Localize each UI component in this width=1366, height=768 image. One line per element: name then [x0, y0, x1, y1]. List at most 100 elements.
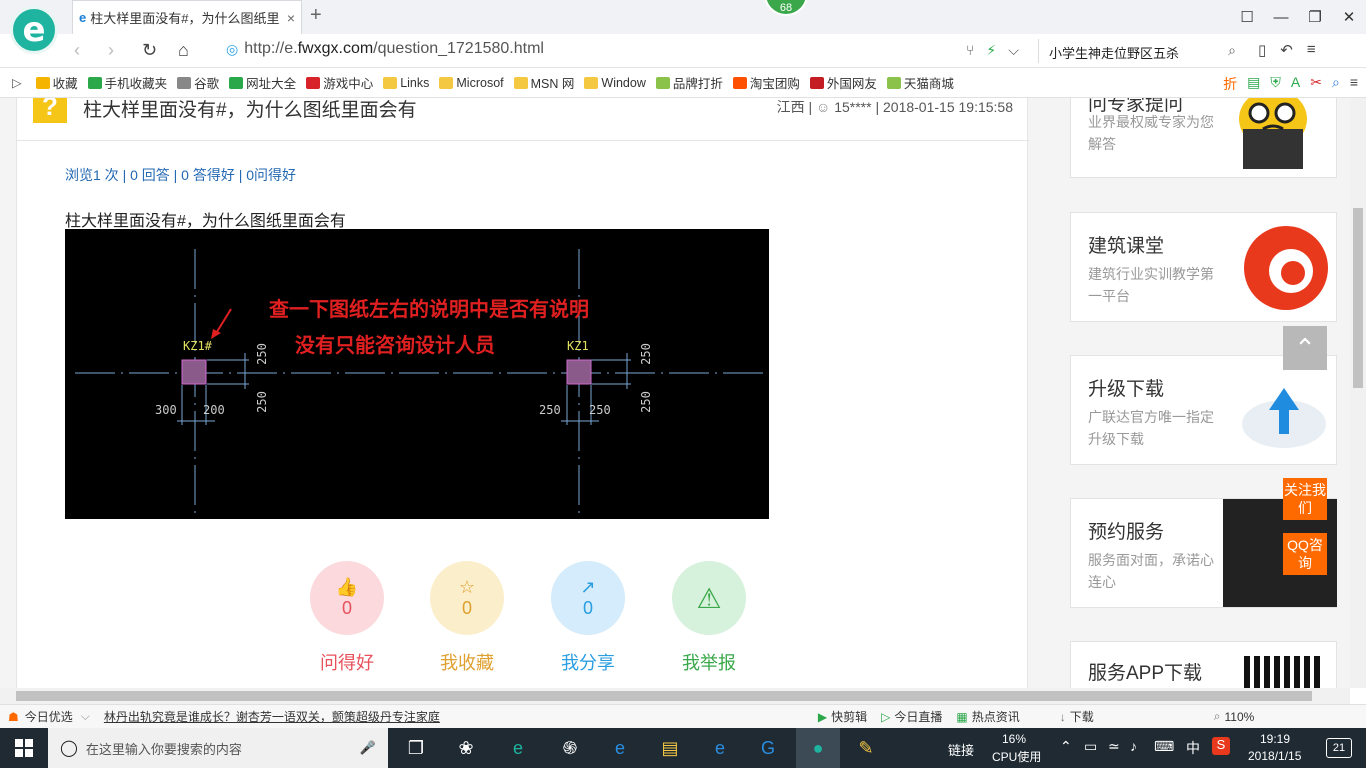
- discount-icon[interactable]: 折: [1223, 74, 1237, 94]
- search-input[interactable]: 小学生神走位野区五杀 ⌕: [1038, 39, 1244, 63]
- favorite-action-button[interactable]: ☆ 0: [430, 561, 504, 635]
- notes-app-icon[interactable]: ✎: [852, 734, 880, 762]
- horizontal-scroll-thumb[interactable]: [16, 691, 1312, 701]
- active-browser-icon[interactable]: ●: [796, 728, 840, 768]
- bookmark-item[interactable]: 谷歌: [177, 73, 219, 92]
- volume-icon[interactable]: ♪: [1130, 738, 1137, 754]
- share-action[interactable]: ↗ 0 我分享: [528, 561, 648, 675]
- magnifier-icon[interactable]: ⌕: [1332, 74, 1340, 94]
- report-action-button[interactable]: ⚠: [672, 561, 746, 635]
- card-ask-expert[interactable]: 问专家提问 业界最权威专家为您解答: [1070, 98, 1337, 178]
- meta-user[interactable]: 15****: [834, 99, 871, 115]
- g-app-icon[interactable]: G: [754, 734, 782, 762]
- cad-drawing-image[interactable]: 查一下图纸左右的说明中是否有说明 没有只能咨询设计人员 KZ1# KZ1 300…: [65, 229, 769, 519]
- card-app-download[interactable]: 服务APP下载: [1070, 641, 1337, 688]
- bookmark-item[interactable]: Links: [383, 73, 429, 92]
- today-picks[interactable]: 今日优选: [25, 708, 73, 725]
- card-building-class[interactable]: 建筑课堂 建筑行业实训教学第一平台: [1070, 212, 1337, 322]
- new-tab-button[interactable]: +: [310, 4, 322, 27]
- file-explorer-icon[interactable]: ▤: [656, 734, 684, 762]
- vertical-scroll-thumb[interactable]: [1353, 208, 1363, 388]
- translate-icon[interactable]: A: [1291, 74, 1300, 94]
- chevron-down-icon[interactable]: ⌵: [81, 709, 90, 724]
- taskbar-search-input[interactable]: ◯ 在这里输入你要搜索的内容 🎤: [48, 728, 388, 768]
- browser-tab[interactable]: e 柱大样里面没有#，为什么图纸里 ×: [72, 0, 302, 34]
- bookmark-item[interactable]: 天猫商城: [886, 73, 954, 92]
- skin-icon[interactable]: ☐: [1230, 0, 1264, 34]
- bookmark-item[interactable]: 外国网友: [809, 73, 877, 92]
- windows-start-icon[interactable]: [10, 734, 38, 762]
- microphone-icon[interactable]: 🎤: [360, 740, 376, 756]
- close-button[interactable]: ✕: [1332, 0, 1366, 34]
- user-icon: ☺: [816, 99, 831, 115]
- bookmark-item[interactable]: Window: [584, 73, 646, 92]
- status-item-quick-edit[interactable]: 快剪辑: [831, 708, 867, 725]
- report-action[interactable]: ⚠ 我举报: [649, 561, 769, 675]
- notifications-icon[interactable]: 21: [1326, 738, 1352, 758]
- home-icon[interactable]: ⌂: [178, 40, 189, 61]
- quick-edit-icon: ▶: [817, 709, 828, 724]
- restore-button[interactable]: ❐: [1298, 0, 1332, 34]
- pinwheel-icon[interactable]: ❀: [452, 734, 480, 762]
- battery-icon[interactable]: ▭: [1084, 738, 1097, 755]
- wifi-icon[interactable]: ≃: [1108, 738, 1120, 755]
- qq-consult-button[interactable]: QQ咨询: [1283, 533, 1327, 575]
- like-action[interactable]: 👍 0 问得好: [287, 561, 407, 675]
- dim-250-e: 250: [638, 343, 653, 365]
- more-icon[interactable]: ≡: [1350, 74, 1358, 94]
- favorite-action[interactable]: ☆ 0 我收藏: [407, 561, 527, 675]
- follow-us-button[interactable]: 关注我们: [1283, 478, 1327, 520]
- bookmark-item[interactable]: 手机收藏夹: [87, 73, 167, 92]
- ie-icon[interactable]: e: [706, 734, 734, 762]
- back-icon[interactable]: ‹: [74, 40, 80, 61]
- lightning-icon[interactable]: ⚡: [986, 42, 996, 59]
- share-icon[interactable]: ⑂: [966, 42, 974, 59]
- zoom-level[interactable]: 110%: [1225, 710, 1255, 724]
- browser-logo-icon[interactable]: e: [10, 6, 58, 54]
- clock-date[interactable]: 2018/1/15: [1248, 749, 1301, 763]
- fan-app-icon[interactable]: ֍: [556, 734, 584, 762]
- chevron-down-icon[interactable]: ⌵: [1008, 42, 1019, 59]
- news-ticker[interactable]: 林丹出轨究竟是谁成长？谢杏芳一语双关，颤策超级丹专注家庭: [104, 708, 440, 725]
- bookmark-item[interactable]: 网址大全: [229, 73, 296, 92]
- bookmark-item[interactable]: 游戏中心: [306, 73, 373, 92]
- dim-250-b: 250: [589, 403, 611, 417]
- forward-icon[interactable]: ›: [108, 40, 114, 61]
- task-view-icon[interactable]: ❐: [402, 734, 430, 762]
- scissors-icon[interactable]: ✂: [1310, 74, 1322, 94]
- refresh-icon[interactable]: ↻: [142, 40, 157, 61]
- bookmark-item[interactable]: 品牌打折: [655, 73, 723, 92]
- taskbar-link[interactable]: 链接: [948, 740, 974, 759]
- keyboard-icon[interactable]: ⌨: [1154, 738, 1174, 755]
- status-item-live[interactable]: 今日直播: [894, 708, 942, 725]
- tab-close-icon[interactable]: ×: [287, 10, 295, 26]
- bookmark-item[interactable]: 淘宝团购: [732, 73, 800, 92]
- sidebar-toggle-icon[interactable]: ▷: [12, 75, 22, 90]
- share-action-button[interactable]: ↗ 0: [551, 561, 625, 635]
- bookmark-item[interactable]: Microsof: [439, 73, 504, 92]
- menu-icon[interactable]: ≡: [1307, 41, 1316, 59]
- back-to-top-button[interactable]: ⌃: [1283, 326, 1327, 370]
- undo-icon[interactable]: ↶: [1280, 41, 1293, 59]
- phone-icon[interactable]: ▯: [1258, 41, 1266, 59]
- like-action-button[interactable]: 👍 0: [310, 561, 384, 635]
- minimize-button[interactable]: —: [1264, 0, 1298, 34]
- ime-indicator[interactable]: 中: [1186, 738, 1200, 758]
- status-item-download[interactable]: 下载: [1070, 708, 1094, 725]
- sogou-icon[interactable]: S: [1212, 737, 1230, 755]
- score-badge[interactable]: 68: [764, 0, 808, 16]
- search-icon[interactable]: ⌕: [1228, 42, 1236, 59]
- vertical-scrollbar[interactable]: [1350, 98, 1366, 688]
- horizontal-scrollbar[interactable]: [0, 688, 1350, 704]
- card-upgrade-download[interactable]: 升级下载 广联达官方唯一指定升级下载: [1070, 355, 1337, 465]
- edge-icon[interactable]: e: [606, 734, 634, 762]
- tray-chevron-icon[interactable]: ⌃: [1060, 738, 1072, 755]
- shield-icon[interactable]: ⛨: [1270, 74, 1281, 94]
- url-field[interactable]: ◎ http://e. fwxgx.com/question_1721580.ht…: [226, 40, 544, 58]
- browser-e-icon[interactable]: e: [504, 734, 532, 762]
- clock-time[interactable]: 19:19: [1260, 732, 1290, 746]
- status-item-hot-news[interactable]: 热点资讯: [972, 708, 1020, 725]
- book-icon[interactable]: ▤: [1247, 74, 1260, 94]
- bookmark-item[interactable]: MSN 网: [513, 73, 574, 92]
- bookmark-item[interactable]: 收藏: [35, 73, 78, 92]
